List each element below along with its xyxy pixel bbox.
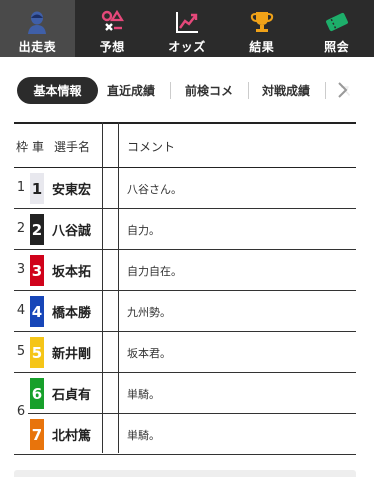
car-number-badge: 4 [30,296,44,327]
rider-name[interactable]: 坂本拓 [52,261,91,280]
table-row[interactable]: 4 4 橋本勝 九州勢。 [14,291,356,332]
nav-label: オッズ [168,40,206,54]
table-header: 枠 車 選手名 コメント [14,122,356,168]
rider-comment: 単騎。 [127,429,160,442]
nav-label: 照会 [324,40,350,54]
trend-chart-icon [174,8,200,36]
chevron-right-icon [338,82,348,98]
waku-number: 3 [16,262,26,277]
car-number-badge: 1 [30,173,44,204]
rider-comment: 八谷さん。 [127,183,182,196]
info-tabs: 基本情報 直近成績 前検コメ 対戦成績 ス [0,70,374,110]
rider-icon [24,8,50,36]
waku-number: 2 [16,221,26,236]
rider-name[interactable]: 橋本勝 [52,302,91,321]
tabs-next-button[interactable] [327,71,357,109]
waku-number: 1 [16,180,26,195]
car-number-badge: 6 [30,378,44,409]
table-row[interactable]: 2 2 八谷誠 自力。 [14,209,356,250]
nav-label: 出走表 [18,40,57,54]
tab-recent-results[interactable]: 直近成績 [107,77,155,104]
tab-basic-info[interactable]: 基本情報 [17,77,98,104]
tab-divider [325,82,326,99]
ticket-icon [324,8,350,36]
prediction-icon [99,8,125,36]
car-number-badge: 2 [30,214,44,245]
rider-name[interactable]: 北村篤 [52,425,91,444]
waku-number: 5 [16,344,26,359]
rider-name[interactable]: 安東宏 [52,179,91,198]
car-number-badge: 5 [30,337,44,368]
table-row[interactable]: 3 3 坂本拓 自力自在。 [14,250,356,291]
rider-comment: 単騎。 [127,388,160,401]
tab-divider [248,82,249,99]
trophy-icon [249,8,275,36]
rider-comment: 自力。 [127,224,160,237]
tab-head-to-head[interactable]: 対戦成績 [262,77,310,104]
top-nav: 出走表 予想 オッズ 結果 照会 [0,0,374,57]
nav-item-results[interactable]: 結果 [224,0,299,57]
tab-pre-comments[interactable]: 前検コメ [185,77,233,104]
nav-item-inquiry[interactable]: 照会 [299,0,374,57]
waku-number: 4 [16,303,26,318]
rider-comment: 九州勢。 [127,306,171,319]
car-number-badge: 3 [30,255,44,286]
rider-comment: 自力自在。 [127,265,182,278]
nav-item-entries[interactable]: 出走表 [0,0,75,57]
rider-name[interactable]: 石貞有 [52,384,91,403]
rider-comment: 坂本君。 [127,347,171,360]
car-number-badge: 7 [30,419,44,450]
header-waku: 枠 [16,140,29,154]
nav-label: 結果 [249,40,275,54]
next-section-edge [14,470,356,477]
header-sha: 車 [32,140,45,154]
nav-item-prediction[interactable]: 予想 [75,0,150,57]
header-name: 選手名 [54,140,91,154]
table-row[interactable]: 1 1 安東宏 八谷さん。 [14,168,356,209]
table-row[interactable]: 7 北村篤 単騎。 [14,414,356,455]
rider-name[interactable]: 新井剛 [52,343,91,362]
header-comment: コメント [127,140,176,154]
rider-name[interactable]: 八谷誠 [52,220,91,239]
table-row[interactable]: 6 6 石貞有 単騎。 [14,373,356,419]
tab-divider [170,82,171,99]
table-row[interactable]: 5 5 新井剛 坂本君。 [14,332,356,373]
nav-item-odds[interactable]: オッズ [150,0,225,57]
nav-label: 予想 [99,40,125,54]
